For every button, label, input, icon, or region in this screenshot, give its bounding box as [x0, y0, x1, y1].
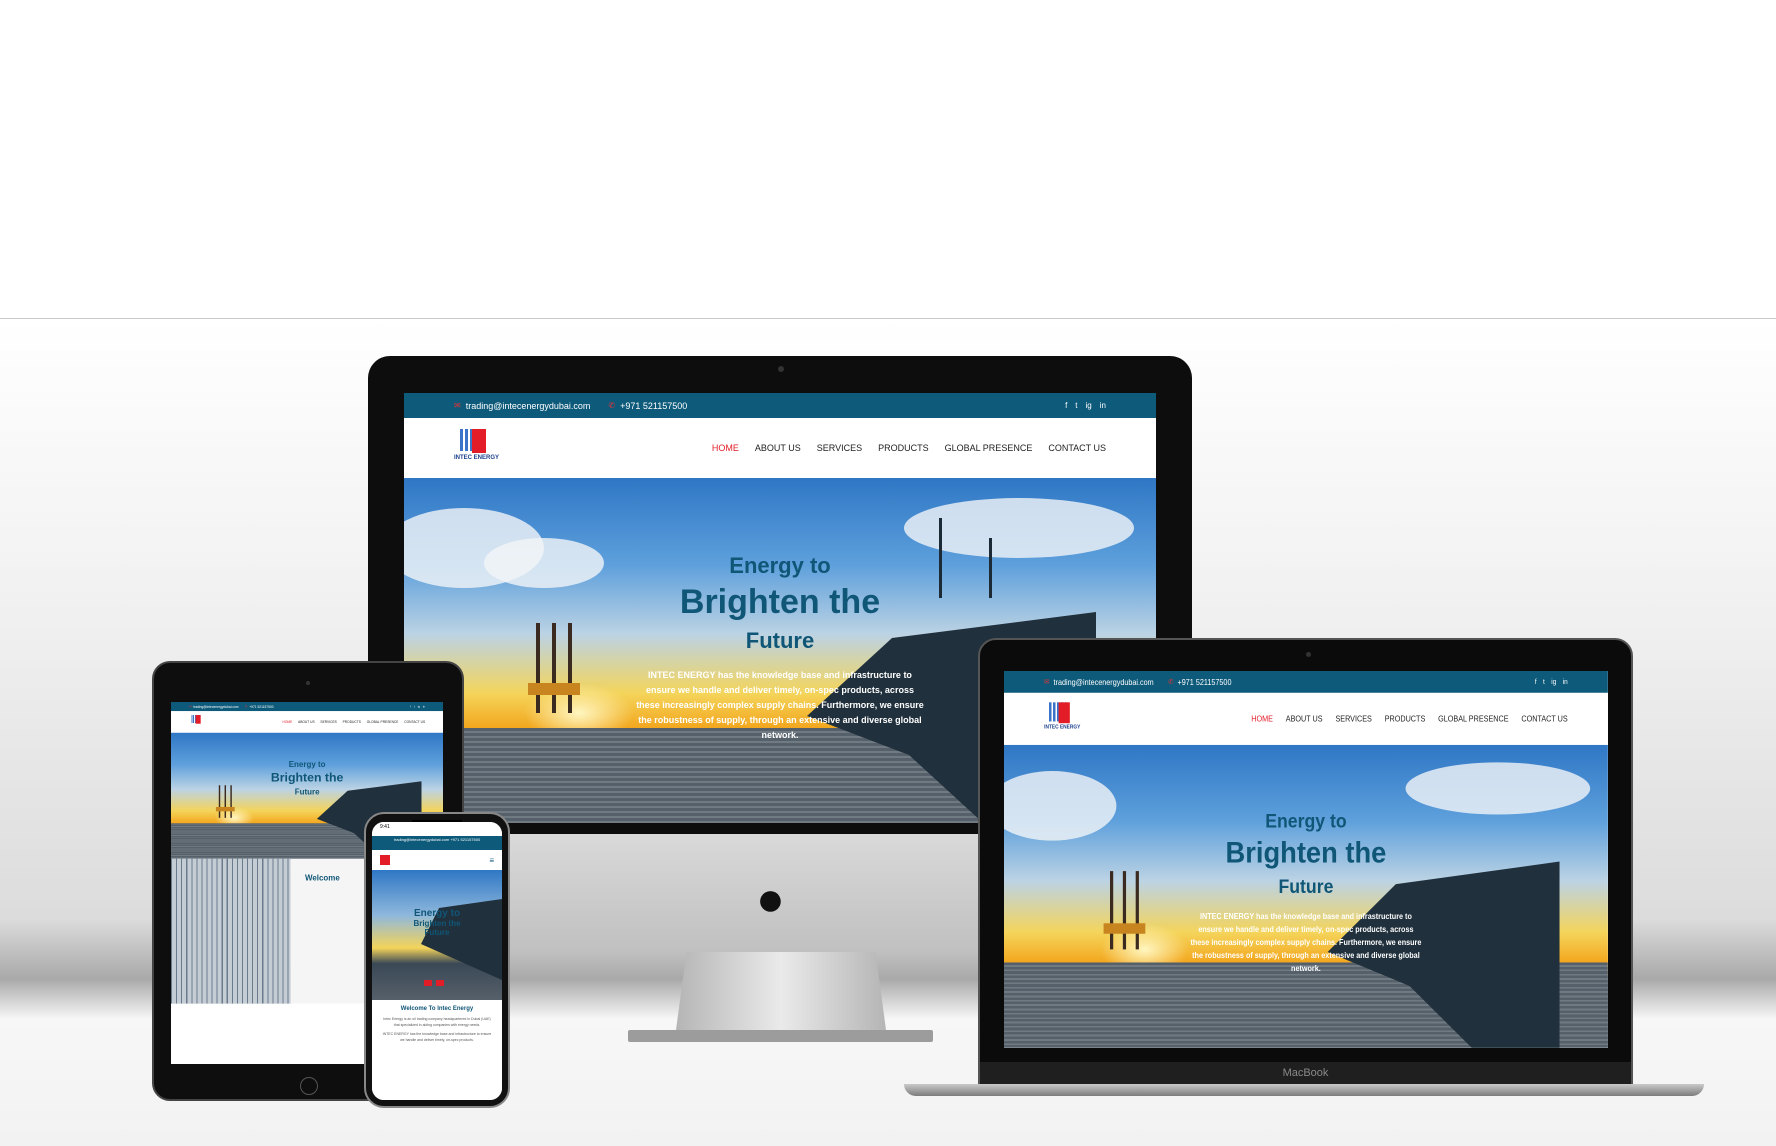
nav-about[interactable]: ABOUT US — [1286, 715, 1323, 724]
phone-icon: ✆ — [1168, 677, 1174, 686]
hero-line-1: Energy to — [288, 759, 326, 769]
macbook-label: MacBook — [980, 1062, 1631, 1084]
nav-products[interactable]: PRODUCTS — [343, 720, 361, 724]
macbook-screen: ✉ trading@intecenergydubai.com ✆ +971 5211… — [1004, 671, 1608, 1048]
welcome-title: Welcome To Intec Energy — [400, 1006, 474, 1012]
twitter-icon[interactable]: t — [414, 705, 415, 708]
hero-line-1: Energy to — [413, 908, 461, 919]
logo-text: INTEC ENERGY — [1044, 724, 1081, 731]
imac-stand — [676, 952, 886, 1030]
welcome-title: Welcome — [304, 873, 340, 883]
hero-banner: Energy to Brighten the Future — [372, 870, 502, 1000]
topbar-email[interactable]: trading@intecenergydubai.com — [1054, 678, 1154, 687]
topbar-phone[interactable]: +971 521157500 — [1178, 678, 1232, 687]
hero-line-3: Future — [294, 787, 320, 797]
linkedin-icon[interactable]: in — [423, 705, 425, 708]
nav-contact[interactable]: CONTACT US — [404, 720, 425, 724]
mail-icon: ✉ — [189, 704, 192, 709]
phone-time: 9:41 — [380, 824, 390, 830]
phone-screen: 9:41 trading@intecenergydubai.com +971 5… — [372, 822, 502, 1100]
topbar-phone[interactable]: +971 521157500 — [620, 401, 687, 411]
welcome-section: Welcome To Intec Energy Intec Energy is … — [372, 1000, 502, 1100]
twitter-icon[interactable]: t — [1075, 401, 1077, 410]
phone-topbar: trading@intecenergydubai.com +971 521157… — [372, 836, 502, 850]
site-logo[interactable] — [189, 714, 203, 729]
apple-logo-icon: ● — [756, 873, 785, 926]
topbar-email[interactable]: trading@intecenergydubai.com — [193, 705, 238, 709]
linkedin-icon[interactable]: in — [1100, 401, 1106, 410]
macbook-base — [904, 1084, 1704, 1096]
phone-nav: ≡ — [372, 850, 502, 870]
nav-global-presence[interactable]: GLOBAL PRESENCE — [1438, 715, 1508, 724]
nav-services[interactable]: SERVICES — [1335, 715, 1371, 724]
nav-home[interactable]: HOME — [712, 443, 739, 453]
camera-dot — [306, 681, 310, 685]
instagram-icon[interactable]: ig — [1551, 678, 1556, 686]
hero-line-2: Brighten the — [413, 919, 461, 928]
phone-icon: ✆ — [245, 704, 248, 709]
hero-banner: Energy to Brighten the Future INTEC ENER… — [1004, 744, 1608, 1048]
website: ✉ trading@intecenergydubai.com ✆ +971 5211… — [1004, 671, 1608, 1048]
hero-line-2: Brighten the — [1225, 836, 1387, 870]
instagram-icon[interactable]: ig — [1086, 401, 1092, 410]
nav-global-presence[interactable]: GLOBAL PRESENCE — [945, 443, 1033, 453]
hamburger-icon[interactable]: ≡ — [489, 856, 494, 865]
topbar: ✉ trading@intecenergydubai.com ✆ +971 5211… — [404, 393, 1156, 418]
topbar: ✉ trading@intecenergydubai.com ✆ +971 5211… — [1004, 671, 1608, 693]
instagram-icon[interactable]: ig — [418, 705, 420, 708]
topbar-email[interactable]: trading@intecenergydubai.com — [394, 837, 449, 842]
main-nav: INTEC ENERGY HOME ABOUT US SERVICES PROD… — [404, 418, 1156, 478]
prev-slide-button[interactable] — [424, 980, 432, 986]
hero-line-2: Brighten the — [679, 583, 881, 621]
topbar: ✉ trading@intecenergydubai.com ✆ +971 5211… — [171, 702, 443, 712]
nav-home[interactable]: HOME — [1251, 715, 1273, 724]
logo-text: INTEC ENERGY — [454, 455, 500, 461]
nav-home[interactable]: HOME — [282, 720, 292, 724]
mail-icon: ✉ — [454, 401, 461, 410]
hero-paragraph: INTEC ENERGY has the knowledge base and … — [636, 670, 924, 740]
nav-about[interactable]: ABOUT US — [755, 443, 801, 453]
nav-services[interactable]: SERVICES — [320, 720, 336, 724]
topbar-phone[interactable]: +971 521157500 — [249, 705, 273, 709]
site-logo[interactable]: INTEC ENERGY — [1044, 701, 1080, 738]
facebook-icon[interactable]: f — [410, 705, 411, 708]
nav-services[interactable]: SERVICES — [817, 443, 862, 453]
camera-dot — [778, 366, 784, 372]
hero-line-3: Future — [424, 928, 450, 937]
imac-foot — [628, 1030, 933, 1042]
site-logo[interactable] — [380, 855, 390, 865]
next-slide-button[interactable] — [436, 980, 444, 986]
twitter-icon[interactable]: t — [1543, 678, 1545, 686]
hero-line-1: Energy to — [729, 553, 831, 578]
facebook-icon[interactable]: f — [1065, 401, 1067, 410]
plant-image — [171, 858, 291, 1004]
nav-contact[interactable]: CONTACT US — [1048, 443, 1106, 453]
main-nav: INTEC ENERGY HOME ABOUT US SERVICES PROD… — [1004, 693, 1608, 745]
phone-icon: ✆ — [608, 401, 616, 410]
camera-dot — [1306, 652, 1311, 657]
nav-contact[interactable]: CONTACT US — [1521, 715, 1567, 724]
site-logo[interactable]: INTEC ENERGY — [454, 427, 499, 469]
home-button[interactable] — [300, 1077, 318, 1095]
hero-line-3: Future — [1278, 875, 1334, 898]
topbar-email[interactable]: trading@intecenergydubai.com — [466, 401, 591, 411]
nav-global-presence[interactable]: GLOBAL PRESENCE — [367, 720, 399, 724]
hero-line-1: Energy to — [1265, 810, 1347, 832]
mail-icon: ✉ — [1044, 677, 1050, 686]
hero-line-2: Brighten the — [270, 770, 344, 785]
welcome-paragraph-2: INTEC ENERGY has the knowledge base and … — [382, 1032, 492, 1042]
nav-products[interactable]: PRODUCTS — [1385, 715, 1426, 724]
main-nav: HOME ABOUT US SERVICES PRODUCTS GLOBAL P… — [171, 711, 443, 733]
nav-products[interactable]: PRODUCTS — [878, 443, 929, 453]
topbar-phone[interactable]: +971 521157500 — [450, 837, 480, 842]
linkedin-icon[interactable]: in — [1563, 678, 1568, 686]
facebook-icon[interactable]: f — [1535, 678, 1537, 686]
welcome-paragraph: Intec Energy is an oil trading company h… — [383, 1017, 491, 1027]
nav-about[interactable]: ABOUT US — [298, 720, 315, 724]
hero-paragraph: INTEC ENERGY has the knowledge base and … — [1190, 911, 1422, 973]
